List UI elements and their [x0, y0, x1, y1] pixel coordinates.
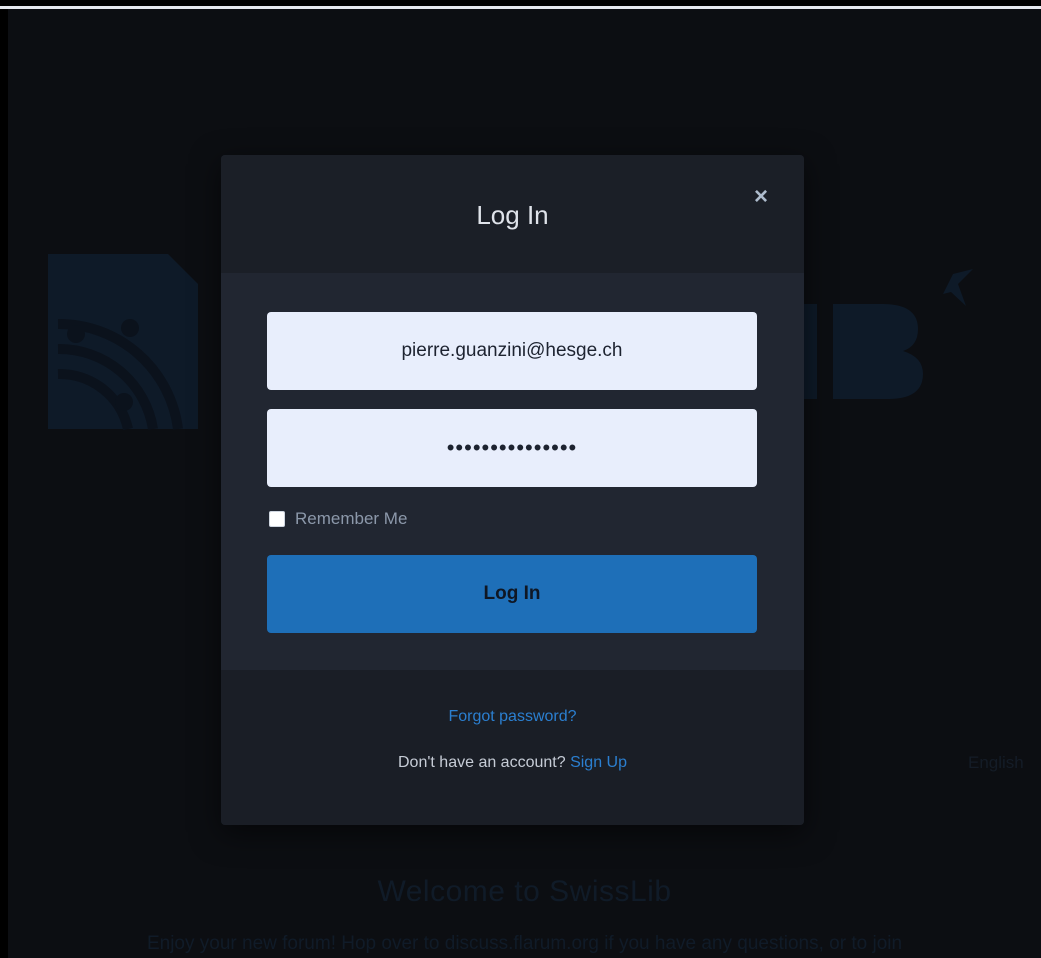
login-modal: Log In × Remember Me Log In Forgot passw… [221, 155, 804, 825]
welcome-title: Welcome to SwissLib [377, 875, 672, 908]
screen-frame: English Welcome to SwissLib Enjoy your n… [0, 0, 1041, 958]
remember-me-label: Remember Me [295, 509, 408, 528]
language-selector[interactable]: English [968, 753, 1024, 773]
forgot-password-link[interactable]: Forgot password? [221, 708, 804, 726]
email-field[interactable] [267, 312, 757, 390]
password-field[interactable] [267, 409, 757, 487]
modal-footer: Forgot password? Don't have an account? … [221, 670, 804, 825]
signup-prompt: Don't have an account? Sign Up [221, 754, 804, 772]
login-button[interactable]: Log In [267, 555, 757, 633]
modal-title: Log In [476, 200, 549, 230]
remember-me[interactable]: Remember Me [269, 509, 407, 529]
signup-link[interactable]: Sign Up [570, 754, 627, 771]
forum-page: English Welcome to SwissLib Enjoy your n… [8, 9, 1041, 958]
remember-me-checkbox[interactable] [269, 511, 285, 527]
close-icon[interactable]: × [749, 185, 773, 209]
modal-header: Log In × [221, 155, 804, 273]
modal-body: Remember Me Log In [221, 273, 804, 670]
welcome-text: Enjoy your new forum! Hop over to discus… [146, 933, 903, 954]
signup-prompt-text: Don't have an account? [398, 754, 566, 771]
